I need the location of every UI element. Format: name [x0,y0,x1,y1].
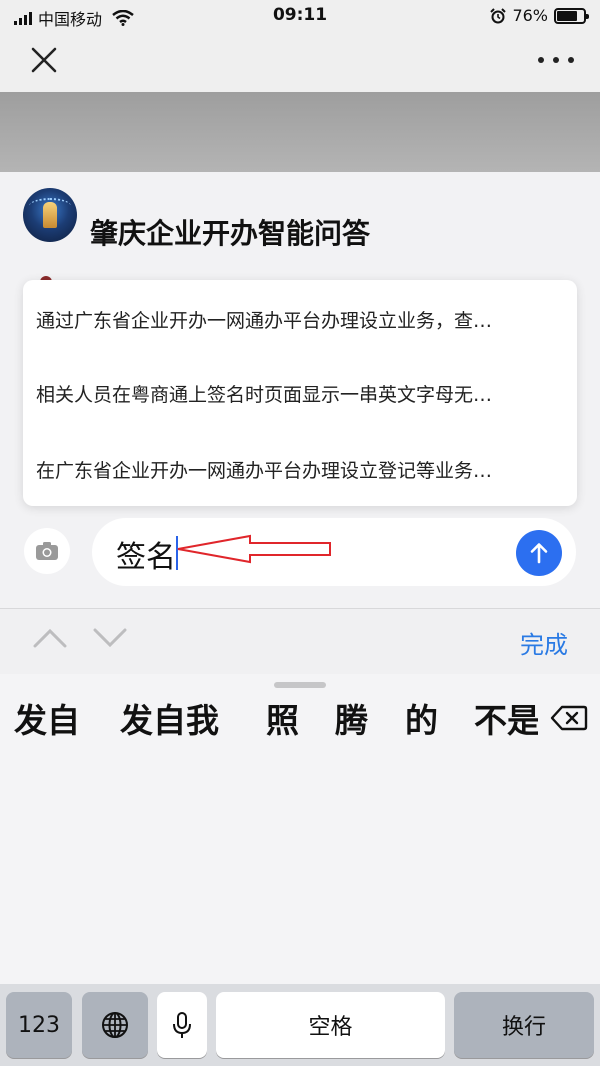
done-button[interactable]: 完成 [520,625,568,660]
close-icon[interactable] [28,44,60,76]
suggestion-panel: 通过广东省企业开办一网通办平台办理设立业务，查… 相关人员在粤商通上签名时页面显… [23,280,577,506]
candidate-5[interactable]: 的 [405,694,438,742]
microphone-key[interactable] [157,992,207,1058]
candidate-3[interactable]: 照 [266,694,299,742]
globe-key[interactable] [82,992,148,1058]
chevron-up-icon[interactable] [32,627,68,649]
arrow-up-icon [530,543,548,564]
candidate-1[interactable]: 发自 [14,694,80,742]
camera-icon [36,542,58,560]
message-input-value: 签名 [116,540,176,575]
bot-avatar [23,188,77,242]
candidate-4[interactable]: 腾 [335,694,368,742]
return-key[interactable]: 换行 [454,992,594,1058]
battery-percent: 76% [512,6,548,25]
banner-overlay [0,92,600,172]
send-button[interactable] [516,530,562,576]
annotation-arrow [177,534,331,564]
numbers-key[interactable]: 123 [6,992,72,1058]
battery-icon [554,7,589,24]
keyboard-bottom-row: 123 空格 换行 [0,984,600,1066]
nav-bar [0,32,600,92]
keyboard-accessory-bar: 完成 [0,608,600,674]
candidate-6[interactable]: 不是 [474,694,538,742]
backspace-icon[interactable] [550,704,588,732]
candidate-bar: 发自 发自我 照 腾 的 不是 [0,694,538,744]
suggestion-item-1[interactable]: 通过广东省企业开办一网通办平台办理设立业务，查… [36,306,562,333]
candidate-2[interactable]: 发自我 [120,694,219,742]
chevron-down-icon[interactable] [92,627,128,649]
camera-button[interactable] [24,528,70,574]
bot-title: 肇庆企业开办智能问答 [90,217,371,250]
candidate-grabber[interactable] [274,682,326,688]
battery-fill [557,10,577,21]
status-right: 76% [490,6,589,25]
suggestion-item-3[interactable]: 在广东省企业开办一网通办平台办理设立登记等业务… [36,456,562,483]
chat-area: 肇庆企业开办智能问答 通过广东省企业开办一网通办平台办理设立业务，查… 相关人员… [0,172,600,608]
globe-icon [102,1012,128,1038]
status-bar: 中国移动 09:11 76% [0,0,600,32]
more-dots-icon[interactable] [538,48,574,72]
space-key[interactable]: 空格 [216,992,445,1058]
microphone-icon [173,1012,191,1038]
keyboard: 发自 发自我 照 腾 的 不是 123 空格 换行 [0,674,600,1066]
suggestion-item-2[interactable]: 相关人员在粤商通上签名时页面显示一串英文字母无… [36,380,562,407]
alarm-icon [490,7,507,23]
